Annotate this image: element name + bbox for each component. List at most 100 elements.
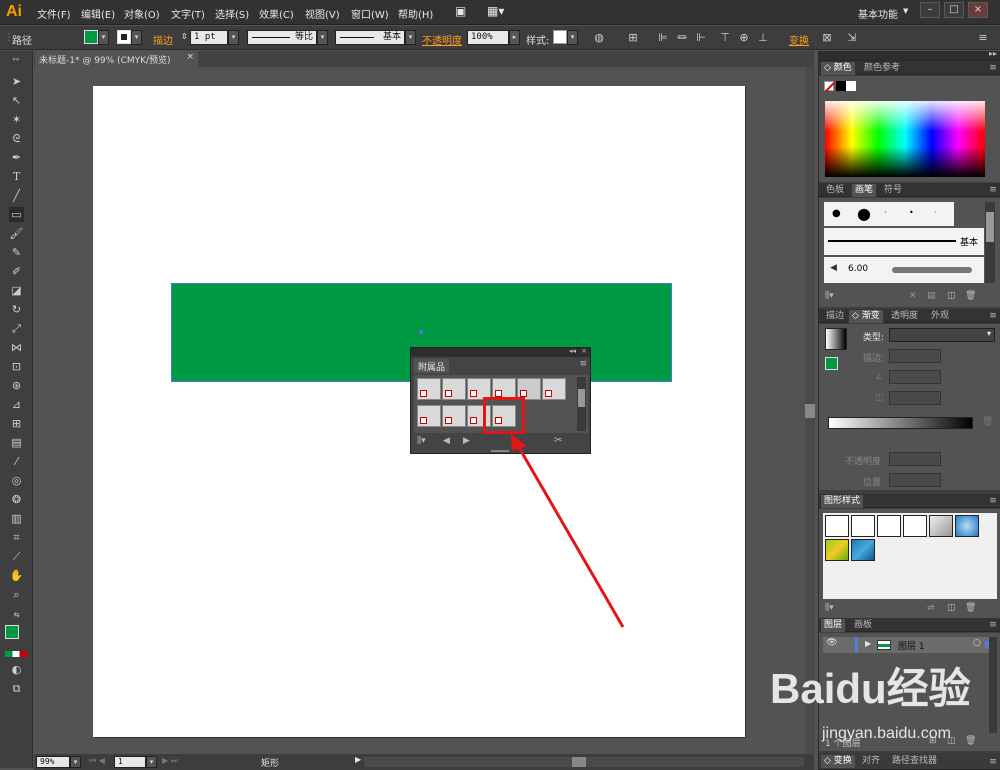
panel-menu-icon[interactable]: ≡ (987, 310, 999, 322)
delete-stop-icon[interactable]: 🗑 (982, 417, 993, 427)
new-style-icon[interactable]: ◫ (947, 603, 956, 613)
tab-swatches[interactable]: 色板 (823, 184, 847, 197)
black-swatch[interactable] (836, 81, 846, 91)
brush-size-label: 6.00 (848, 264, 869, 274)
tab-graphic-styles[interactable]: 图形样式 (821, 495, 864, 508)
tab-appearance[interactable]: 外观 (928, 310, 952, 323)
baidu-watermark-url: jingyan.baidu.com (822, 725, 951, 742)
brushes-panel: ● ● · • · 基本 ◀ 6.00 ⫼▾ ✕ ▤ ◫ 🗑 (819, 198, 1000, 307)
tab-stroke[interactable]: 描边 (823, 310, 847, 323)
horizontal-scrollbar[interactable] (364, 757, 804, 767)
visibility-icon[interactable]: 👁 (826, 638, 837, 648)
artboard-dropdown[interactable]: ▾ (146, 756, 157, 768)
style-swatch[interactable] (955, 515, 979, 537)
transform-panel-header: ◇ 变换 对齐 路径查找器 ≡ (819, 753, 1000, 770)
next-artboard-icon[interactable]: ▶ ⏭ (162, 756, 178, 766)
brush-swatches[interactable]: ● ● · • · (824, 202, 954, 226)
layers-panel-header: 图层 画板 ≡ (819, 618, 1000, 632)
dock-collapse-icon[interactable]: ▸▸ (989, 49, 997, 58)
tab-layers[interactable]: 图层 (821, 619, 846, 632)
brush-dot[interactable]: · (934, 208, 937, 217)
none-swatch[interactable] (824, 81, 836, 93)
gradient-thumbnail[interactable] (825, 328, 847, 350)
color-panel (819, 76, 1000, 182)
panel-menu-icon[interactable]: ≡ (987, 756, 999, 768)
aspect-ratio-input[interactable] (889, 391, 941, 405)
basic-brush-label: 基本 (960, 238, 979, 248)
opacity-label: 不透明度 (845, 457, 882, 467)
tab-color[interactable]: ◇ 颜色 (821, 62, 855, 75)
zoom-dropdown[interactable]: ▾ (70, 756, 81, 768)
tab-align[interactable]: 对齐 (859, 755, 883, 768)
current-tool-label: 矩形 (261, 759, 280, 769)
brushes-panel-header: 色板 画笔 符号 ≡ (819, 183, 1000, 197)
tab-pathfinder[interactable]: 路径查找器 (889, 755, 940, 768)
gradient-panel: 类型: ▾ 描边: ∠ ◫ 🗑 不透明度 位置 (819, 324, 1000, 490)
graphic-styles-panel: ⫼▾ ⇌ ◫ 🗑 (819, 509, 1000, 619)
color-panel-header: ◇ 颜色 颜色参考 ≡ (819, 61, 1000, 75)
style-swatch[interactable] (903, 515, 927, 537)
status-bar: 99% ▾ ⏮ ◀ 1 ▾ ▶ ⏭ 矩形 ▶ (34, 754, 814, 770)
style-swatch[interactable] (929, 515, 953, 537)
panel-menu-icon[interactable]: ≡ (987, 62, 999, 74)
angle-icon: ∠ (875, 372, 884, 382)
expand-triangle-icon[interactable]: ▶ (865, 639, 871, 648)
panel-menu-icon[interactable]: ≡ (987, 184, 999, 196)
gradient-type-label: 类型: (863, 333, 885, 343)
tab-symbols[interactable]: 符号 (881, 184, 905, 197)
tab-brushes[interactable]: 画笔 (852, 184, 877, 197)
layers-scrollbar[interactable] (989, 637, 997, 733)
dock-titlebar[interactable]: ▸▸ (819, 49, 1000, 61)
charcoal-brush-row[interactable]: ◀ 6.00 (824, 257, 984, 283)
brush-dot[interactable]: ● (857, 204, 871, 223)
fill-indicator[interactable] (825, 357, 838, 370)
style-default-swatch[interactable] (825, 515, 849, 537)
tab-color-guide[interactable]: 颜色参考 (861, 62, 903, 75)
tab-transform[interactable]: ◇ 变换 (821, 755, 855, 768)
style-swatch[interactable] (825, 539, 849, 561)
style-swatch[interactable] (851, 539, 875, 561)
position-label: 位置 (863, 478, 882, 488)
target-icon[interactable]: ○ (973, 638, 981, 648)
stop-opacity-input[interactable] (889, 452, 941, 466)
remove-stroke-icon[interactable]: ✕ (909, 291, 917, 301)
new-brush-icon[interactable]: ◫ (947, 291, 956, 301)
speaker-icon: ◀ (830, 263, 837, 273)
break-link-icon[interactable]: ⇌ (927, 603, 935, 613)
first-artboard-icon[interactable]: ⏮ ◀ (89, 756, 105, 766)
zoom-input[interactable]: 99% (36, 756, 70, 768)
layer-color-bar (855, 637, 858, 653)
brush-dot[interactable]: • (909, 208, 914, 217)
vertical-scrollbar[interactable] (805, 67, 815, 754)
panel-menu-icon[interactable]: ≡ (987, 619, 999, 631)
gradient-type-select[interactable]: ▾ (889, 328, 995, 342)
layer-name[interactable]: 图层 1 (898, 639, 925, 652)
tab-transparency[interactable]: 透明度 (888, 310, 921, 323)
white-swatch[interactable] (846, 81, 856, 91)
delete-layer-icon[interactable]: 🗑 (965, 736, 976, 746)
artboard-number-input[interactable]: 1 (114, 756, 146, 768)
angle-input[interactable] (889, 370, 941, 384)
style-swatch[interactable] (877, 515, 901, 537)
brush-scrollbar[interactable] (985, 202, 995, 283)
gradient-slider[interactable] (828, 417, 973, 429)
style-swatch[interactable] (851, 515, 875, 537)
brush-dot[interactable]: · (884, 208, 887, 217)
basic-brush-row[interactable]: 基本 (824, 228, 984, 255)
color-spectrum[interactable] (825, 101, 985, 177)
panel-menu-icon[interactable]: ≡ (987, 495, 999, 507)
stroke-gradient-buttons[interactable] (889, 349, 941, 363)
brush-dot[interactable]: ● (832, 208, 841, 219)
layer-thumbnail (877, 640, 891, 650)
delete-style-icon[interactable]: 🗑 (965, 603, 976, 613)
brush-library-menu-icon[interactable]: ⫼▾ (825, 291, 834, 301)
tab-artboards[interactable]: 画板 (851, 619, 875, 632)
layer-row[interactable]: 👁 ▶ 图层 1 ○ (823, 637, 997, 653)
tab-gradient[interactable]: ◇ 渐变 (849, 310, 883, 323)
delete-brush-icon[interactable]: 🗑 (965, 291, 976, 301)
style-library-menu-icon[interactable]: ⫼▾ (825, 603, 834, 613)
options-icon[interactable]: ▤ (927, 291, 936, 301)
status-menu-icon[interactable]: ▶ (355, 755, 361, 764)
graphic-styles-panel-header: 图形样式 ≡ (819, 494, 1000, 508)
stop-position-input[interactable] (889, 473, 941, 487)
